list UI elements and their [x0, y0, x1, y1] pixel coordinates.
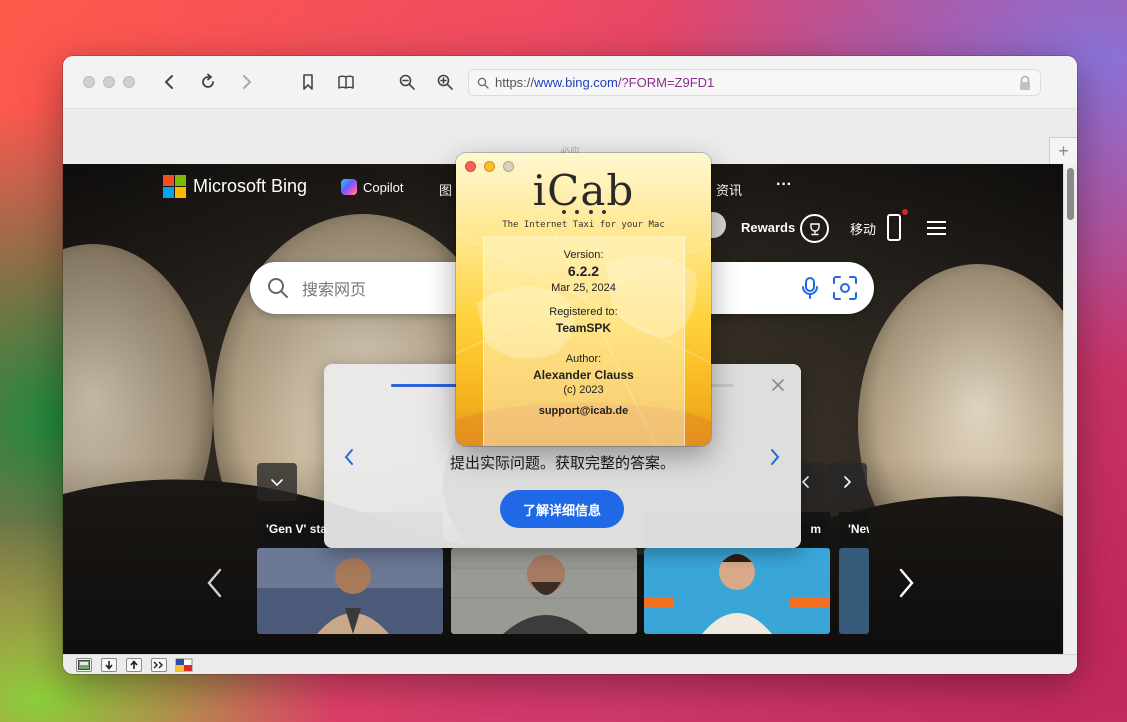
zoom-in-button[interactable]: [432, 70, 458, 94]
phone-icon[interactable]: [887, 214, 901, 241]
bookmark-button[interactable]: [295, 70, 321, 94]
window-icon: [78, 660, 90, 670]
window-minimize-button[interactable]: [103, 76, 115, 88]
news-photo: [839, 548, 869, 634]
flag-icon[interactable]: [175, 658, 193, 672]
reload-icon: [202, 73, 214, 88]
url-scheme: https://: [495, 75, 535, 90]
chevron-left-icon: [164, 75, 173, 89]
menu-icon: [927, 227, 946, 229]
nav-copilot[interactable]: Copilot: [341, 179, 403, 195]
news-card[interactable]: [839, 548, 869, 634]
news-card-title[interactable]: 'New: [839, 512, 869, 546]
zoom-in-icon: [437, 74, 453, 90]
lock-icon: [1020, 75, 1030, 90]
scrollbar-thumb[interactable]: [1067, 168, 1074, 220]
new-tab-button[interactable]: +: [1049, 137, 1077, 164]
collapse-news-button[interactable]: [257, 463, 297, 501]
version-value: 6.2.2: [567, 263, 600, 279]
promo-message: 提出实际问题。获取完整的答案。: [449, 455, 675, 472]
filter-flag-icon: [175, 658, 193, 672]
bing-logo-text: Microsoft Bing: [193, 176, 308, 196]
registered-label: Registered to:: [549, 306, 618, 318]
terminal-icon[interactable]: [151, 658, 167, 672]
rewards-icon[interactable]: [800, 214, 829, 243]
carousel-next-button[interactable]: [894, 566, 918, 600]
zoom-out-button[interactable]: [394, 70, 420, 94]
version-label: Version:: [563, 249, 604, 261]
trophy-icon: [809, 222, 820, 235]
news-next-button[interactable]: [827, 463, 867, 501]
chevron-down-icon: [271, 479, 283, 487]
icab-logo: iCab: [532, 166, 635, 215]
book-icon: [338, 75, 354, 89]
release-date: Mar 25, 2024: [551, 282, 616, 294]
registered-to-value: TeamSPK: [555, 321, 612, 335]
news-card[interactable]: [257, 548, 443, 634]
microsoft-logo-icon: [163, 175, 186, 198]
rewards-label[interactable]: Rewards: [741, 220, 795, 235]
arrow-down-icon: [105, 661, 113, 670]
carousel-prev-button[interactable]: [203, 566, 227, 600]
window-close-button[interactable]: [83, 76, 95, 88]
chevron-right-icon: [243, 75, 252, 89]
back-button[interactable]: [157, 70, 183, 94]
status-bar: [63, 654, 1077, 674]
chevron-right-icon: [844, 476, 852, 488]
icab-tagline: The Internet Taxi for your Mac: [502, 220, 665, 230]
chevron-right-icon: [899, 568, 914, 598]
microphone-icon[interactable]: [800, 276, 820, 300]
chevron-left-icon: [207, 568, 222, 598]
url-host: www.bing.com: [534, 75, 618, 90]
chevron-left-icon: [801, 476, 809, 488]
nav-images[interactable]: 图: [439, 180, 452, 199]
window-manager-icon[interactable]: [76, 658, 92, 672]
about-icab-panel: iCab The Internet Taxi for your Mac Vers…: [456, 153, 711, 446]
bookmark-icon: [303, 74, 313, 90]
search-icon: [477, 77, 489, 89]
news-card[interactable]: [644, 548, 830, 634]
support-email-link[interactable]: support@icab.de: [456, 405, 711, 417]
reading-list-button[interactable]: [333, 70, 359, 94]
bing-logo[interactable]: Microsoft Bing: [163, 175, 307, 198]
search-placeholder: 搜索网页: [302, 282, 367, 299]
news-card[interactable]: [451, 548, 637, 634]
copilot-icon: [341, 179, 357, 195]
forward-button[interactable]: [233, 70, 259, 94]
news-photo: [257, 548, 443, 634]
arrow-up-icon: [130, 660, 138, 669]
search-icon: [268, 278, 288, 298]
browser-toolbar: https://www.bing.com/?FORM=Z9FD1: [63, 56, 1077, 108]
news-photo: [644, 548, 830, 634]
mobile-label[interactable]: 移动: [850, 219, 876, 238]
download-icon[interactable]: [101, 658, 117, 672]
nav-copilot-label: Copilot: [363, 179, 404, 195]
vertical-scrollbar[interactable]: [1063, 164, 1077, 654]
close-icon: [772, 379, 784, 391]
author-label: Author:: [565, 353, 602, 365]
window-zoom-button[interactable]: [123, 76, 135, 88]
nav-more[interactable]: ···: [776, 176, 792, 194]
zoom-out-icon: [399, 74, 415, 90]
chevrons-right-icon: [153, 661, 163, 669]
logo-dots: [562, 210, 606, 214]
copyright-text: (c) 2023: [563, 384, 604, 396]
promo-close-button[interactable]: [771, 378, 785, 392]
author-value: Alexander Clauss: [533, 368, 634, 382]
learn-more-button[interactable]: 了解详细信息: [500, 490, 624, 528]
upload-icon[interactable]: [126, 658, 142, 672]
visual-search-icon[interactable]: [832, 275, 858, 301]
address-bar[interactable]: https://www.bing.com/?FORM=Z9FD1: [468, 69, 1041, 96]
notification-dot: [902, 209, 908, 215]
news-photo: [451, 548, 637, 634]
nav-news[interactable]: 资讯: [716, 180, 742, 199]
reload-button[interactable]: [195, 70, 221, 94]
url-path: /?FORM=Z9FD1: [617, 75, 715, 90]
hamburger-menu-button[interactable]: [927, 221, 946, 235]
